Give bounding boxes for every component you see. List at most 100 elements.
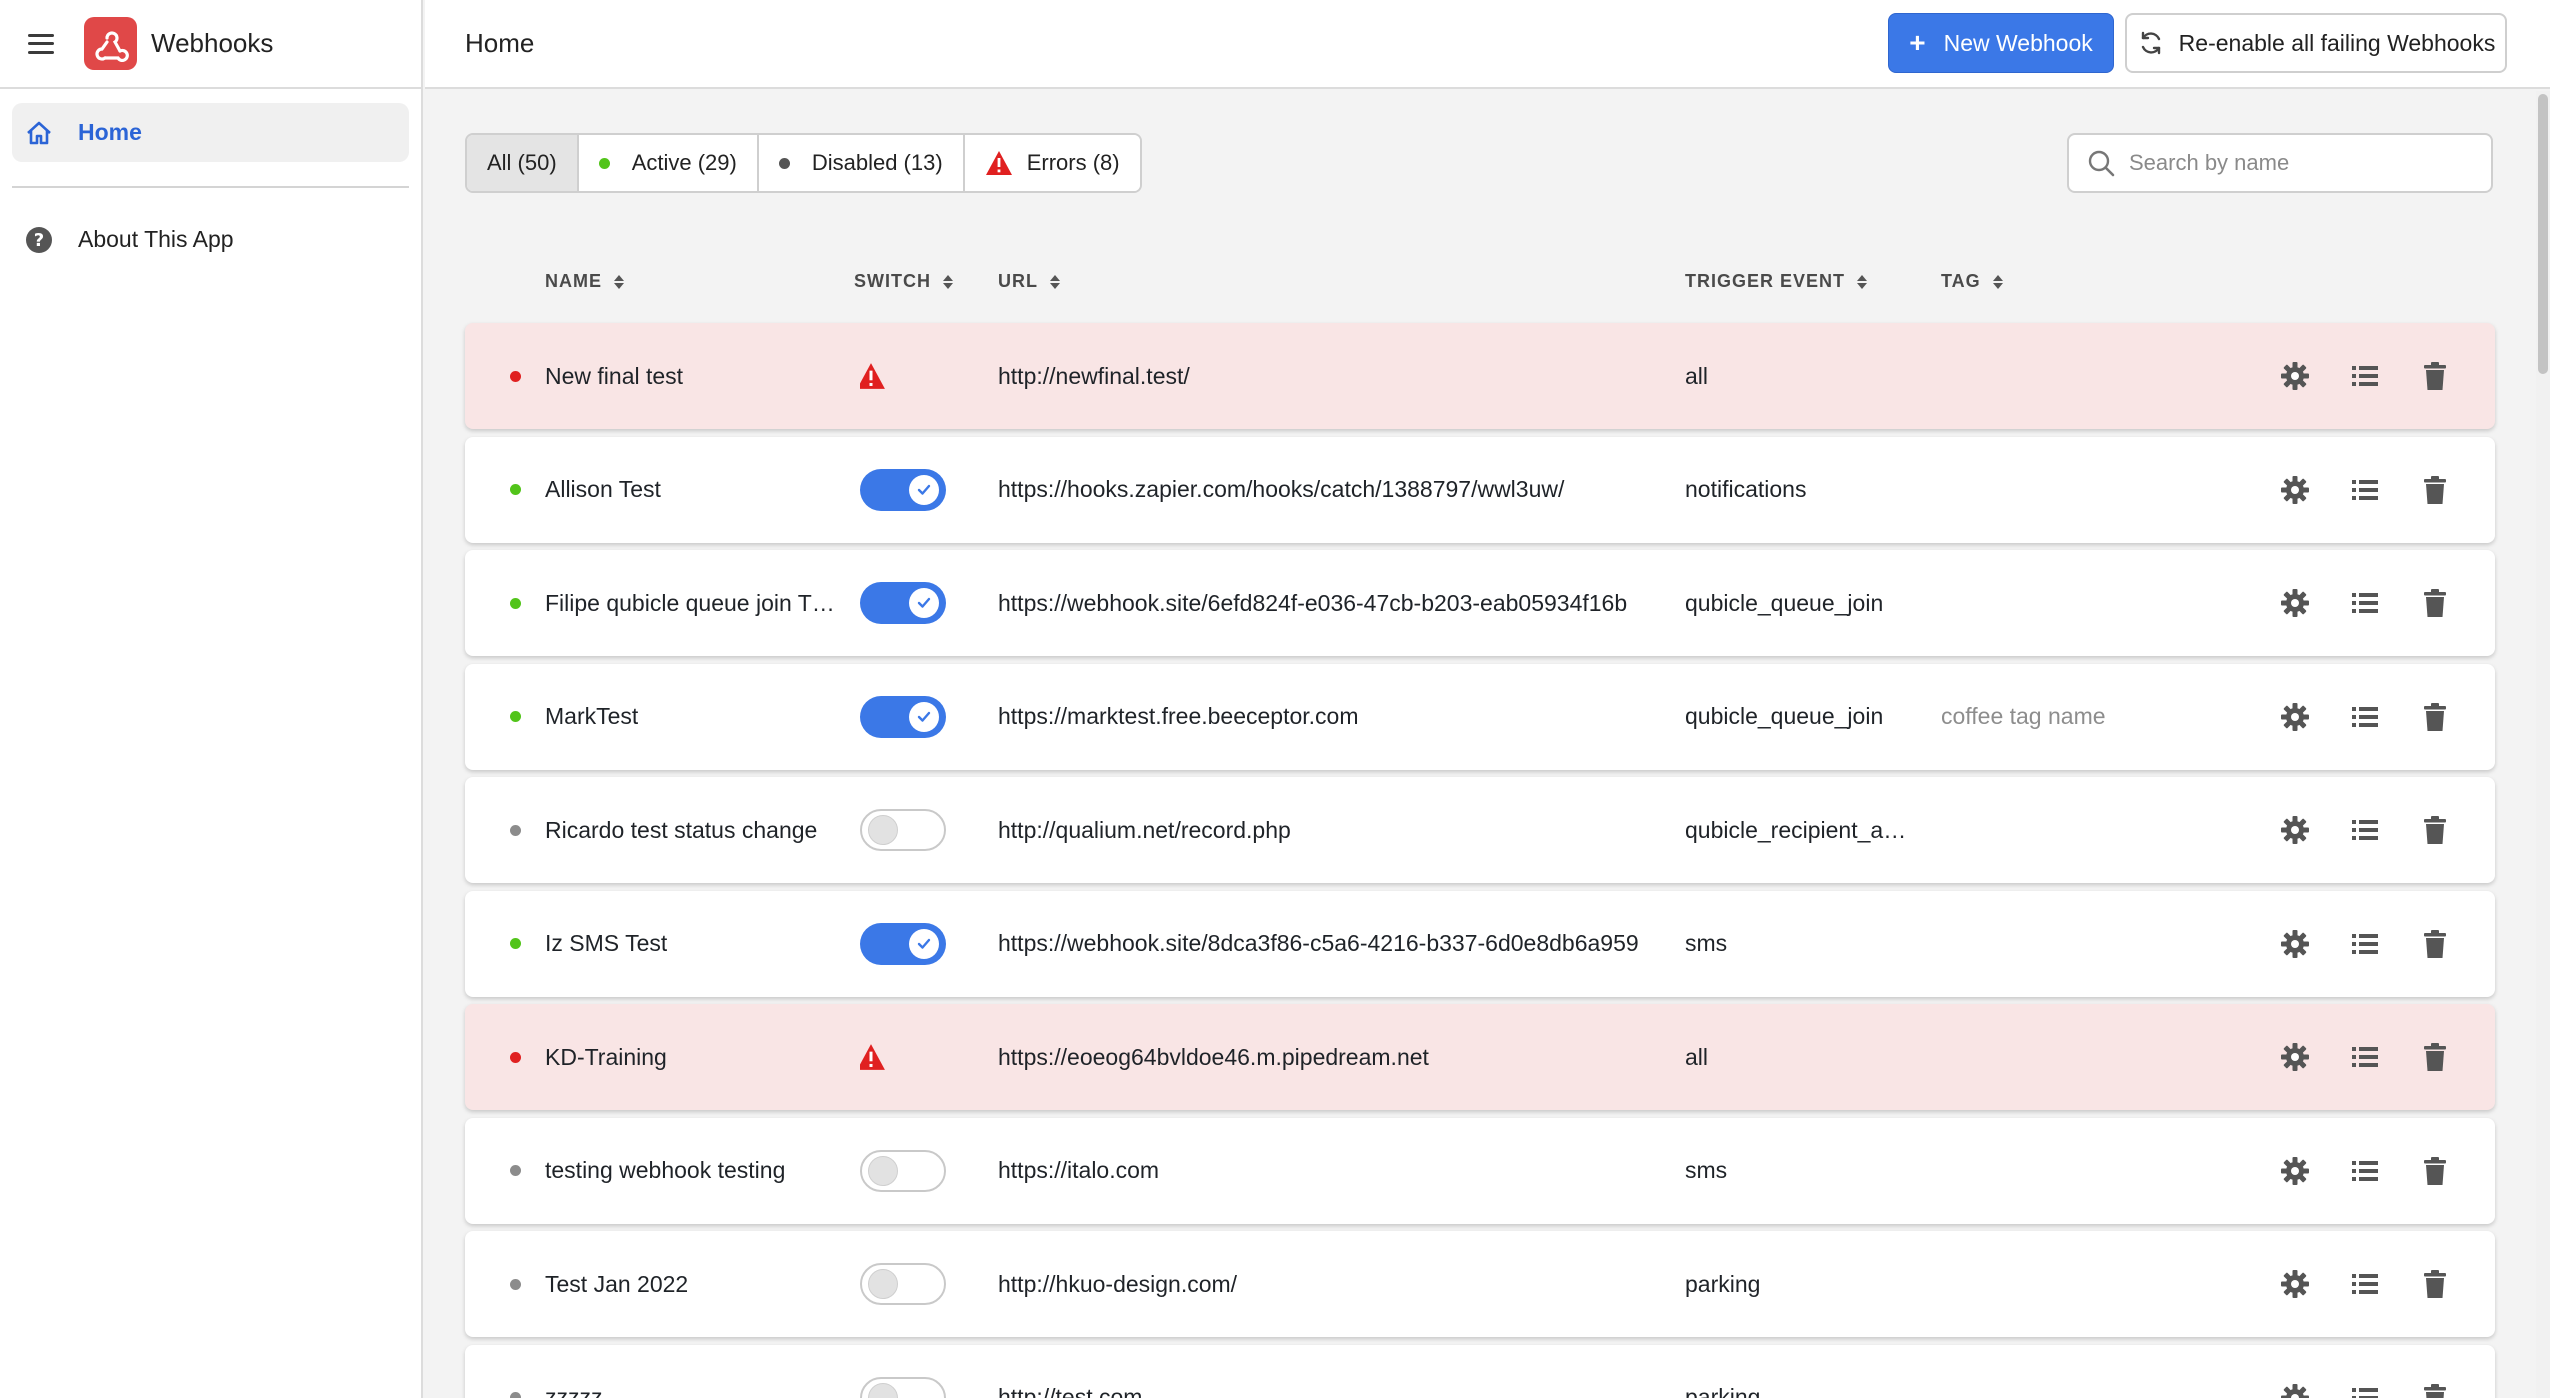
delete-trash-icon[interactable]	[2400, 777, 2470, 883]
table-row[interactable]: testing webhook testing https://italo.co…	[465, 1117, 2495, 1224]
delete-trash-icon[interactable]	[2400, 1231, 2470, 1337]
sidebar-item-label: About This App	[78, 226, 234, 252]
logs-list-icon[interactable]	[2330, 1004, 2400, 1110]
logs-list-icon[interactable]	[2330, 777, 2400, 883]
scrollbar[interactable]	[2536, 91, 2550, 1398]
logs-list-icon[interactable]	[2330, 1118, 2400, 1224]
trigger-event: sms	[1685, 1157, 1728, 1183]
refresh-icon	[2141, 31, 2160, 55]
toggle-knob	[868, 815, 898, 845]
filter-errors[interactable]: Errors (8)	[964, 135, 1140, 191]
menu-icon[interactable]	[28, 33, 54, 54]
settings-gear-icon[interactable]	[2260, 437, 2330, 543]
column-label: TAG	[1941, 271, 1981, 291]
sidebar-divider	[12, 186, 409, 188]
settings-gear-icon[interactable]	[2260, 1004, 2330, 1110]
table-row[interactable]: New final test http://newfinal.test/ all	[465, 323, 2495, 429]
switch-cell	[860, 550, 950, 656]
logs-list-icon[interactable]	[2330, 550, 2400, 656]
scrollbar-thumb[interactable]	[2538, 94, 2548, 374]
filter-active[interactable]: Active (29)	[578, 135, 759, 191]
settings-gear-icon[interactable]	[2260, 664, 2330, 770]
switch-cell	[860, 1118, 950, 1224]
table-row[interactable]: Iz SMS Test https://webhook.site/8dca3f8…	[465, 890, 2495, 997]
trigger-cell: all	[1685, 1004, 1915, 1110]
settings-gear-icon[interactable]	[2260, 1118, 2330, 1224]
trigger-event: parking	[1685, 1384, 1761, 1398]
logs-list-icon[interactable]	[2330, 323, 2400, 429]
enable-toggle[interactable]	[860, 695, 946, 738]
table-row[interactable]: Ricardo test status change http://qualiu…	[465, 777, 2495, 883]
delete-trash-icon[interactable]	[2400, 1118, 2470, 1224]
status-dot-icon	[510, 1392, 521, 1398]
row-actions	[2260, 891, 2470, 997]
settings-gear-icon[interactable]	[2260, 891, 2330, 997]
webhook-url: http://newfinal.test/	[998, 362, 1190, 389]
settings-gear-icon[interactable]	[2260, 777, 2330, 883]
app-window: Webhooks Home ? About This App Home + Ne…	[0, 0, 2550, 1398]
row-actions	[2260, 437, 2470, 543]
enable-toggle[interactable]	[860, 1149, 946, 1192]
filter-label: Errors (8)	[1026, 150, 1120, 175]
delete-trash-icon[interactable]	[2400, 664, 2470, 770]
trigger-cell: qubicle_queue_join	[1685, 664, 1915, 770]
sidebar: Webhooks Home ? About This App	[0, 0, 423, 1398]
column-header-tag[interactable]: TAG	[1941, 271, 2003, 292]
logs-list-icon[interactable]	[2330, 664, 2400, 770]
trigger-event: qubicle_queue_join	[1685, 703, 1884, 729]
sidebar-item-home[interactable]: Home	[12, 103, 409, 162]
column-header-switch[interactable]: SWITCH	[854, 271, 953, 292]
webhook-name-cell: Iz SMS Test	[545, 891, 835, 997]
enable-toggle[interactable]	[860, 922, 946, 965]
url-cell: http://hkuo-design.com/	[998, 1231, 1678, 1337]
enable-toggle[interactable]	[860, 809, 946, 851]
column-header-url[interactable]: URL	[998, 271, 1060, 292]
trigger-cell: qubicle_recipient_a…	[1685, 777, 1915, 883]
filter-disabled[interactable]: Disabled (13)	[758, 135, 965, 191]
row-actions	[2260, 1004, 2470, 1110]
webhook-name-cell: Allison Test	[545, 437, 835, 543]
delete-trash-icon[interactable]	[2400, 323, 2470, 429]
table-row[interactable]: MarkTest https://marktest.free.beeceptor…	[465, 663, 2495, 770]
delete-trash-icon[interactable]	[2400, 437, 2470, 543]
enable-toggle[interactable]	[860, 1263, 946, 1305]
delete-trash-icon[interactable]	[2400, 1345, 2470, 1398]
enable-toggle[interactable]	[860, 582, 946, 624]
settings-gear-icon[interactable]	[2260, 1231, 2330, 1337]
column-header-trigger[interactable]: TRIGGER EVENT	[1685, 271, 1868, 292]
delete-trash-icon[interactable]	[2400, 1004, 2470, 1110]
status-dot-icon	[510, 597, 521, 609]
table-row[interactable]: Allison Test https://hooks.zapier.com/ho…	[465, 436, 2495, 543]
new-webhook-button[interactable]: + New Webhook	[1888, 13, 2114, 73]
switch-cell	[860, 777, 950, 883]
status-indicator	[510, 1345, 521, 1398]
table-row[interactable]: zzzzz http://test.com parking	[465, 1344, 2495, 1398]
reenable-failing-button[interactable]: Re-enable all failing Webhooks	[2125, 13, 2507, 73]
switch-cell	[860, 1345, 950, 1398]
table-row[interactable]: Filipe qubicle queue join T… https://web…	[465, 550, 2495, 656]
sort-icon	[614, 274, 624, 289]
settings-gear-icon[interactable]	[2260, 550, 2330, 656]
search-input[interactable]	[2129, 150, 2469, 176]
column-header-name[interactable]: NAME	[545, 271, 624, 292]
settings-gear-icon[interactable]	[2260, 323, 2330, 429]
settings-gear-icon[interactable]	[2260, 1345, 2330, 1398]
table-row[interactable]: KD-Training https://eoeog64bvldoe46.m.pi…	[465, 1004, 2495, 1110]
delete-trash-icon[interactable]	[2400, 891, 2470, 997]
logs-list-icon[interactable]	[2330, 1231, 2400, 1337]
webhook-url: https://hooks.zapier.com/hooks/catch/138…	[998, 476, 1565, 502]
toggle-knob	[868, 1269, 898, 1299]
logs-list-icon[interactable]	[2330, 437, 2400, 543]
check-icon	[909, 474, 939, 505]
filter-all[interactable]: All (50)	[467, 135, 579, 191]
enable-toggle[interactable]	[860, 468, 946, 511]
delete-trash-icon[interactable]	[2400, 550, 2470, 656]
logs-list-icon[interactable]	[2330, 891, 2400, 997]
logs-list-icon[interactable]	[2330, 1345, 2400, 1398]
table-row[interactable]: Test Jan 2022 http://hkuo-design.com/ pa…	[465, 1231, 2495, 1337]
sidebar-item-about[interactable]: ? About This App	[0, 210, 421, 269]
status-indicator	[510, 664, 521, 770]
enable-toggle[interactable]	[860, 1376, 946, 1398]
webhook-name-cell: Ricardo test status change	[545, 777, 835, 883]
webhook-name: MarkTest	[545, 703, 639, 729]
